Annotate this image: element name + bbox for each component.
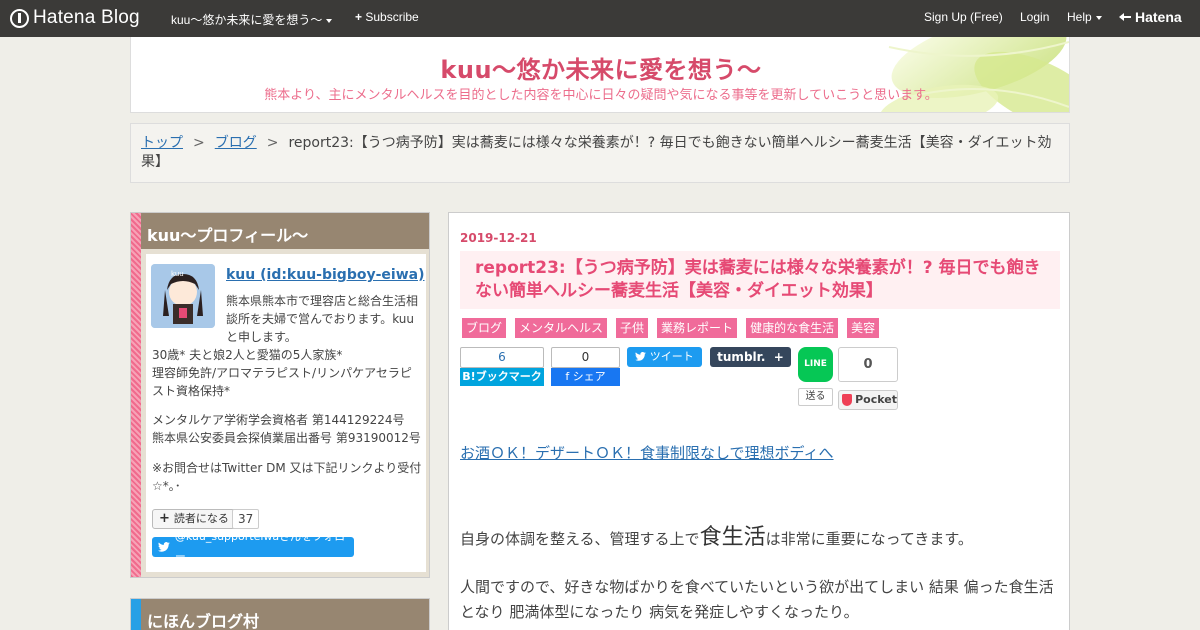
plus-icon: + xyxy=(159,511,170,526)
article: 2019-12-21 report23:【うつ病予防】実は蕎麦には様々な栄養素が… xyxy=(448,212,1070,630)
blog-description: 熊本より、主にメンタルヘルスを目的とした内容を中心に日々の疑問や気になる事等を更… xyxy=(264,88,938,103)
breadcrumb: トップ > ブログ > report23:【うつ病予防】実は蕎麦には様々な栄養素が！? … xyxy=(130,123,1070,183)
breadcrumb-separator: > xyxy=(266,135,279,151)
category-list: ブログ メンタルヘルス 子供 業務レポート 健康的な食生活 美容 xyxy=(462,318,888,338)
hatena-icon xyxy=(1119,13,1131,21)
category-tag[interactable]: メンタルヘルス xyxy=(515,318,608,338)
line-send-label[interactable]: 送る xyxy=(798,388,833,406)
facebook-share-button[interactable]: 0 f シェア xyxy=(551,347,620,386)
share-buttons: 6 B!ブックマーク 0 f シェア ツイート tumblr. + LINE 送… xyxy=(460,347,1060,410)
reader-label: 読者になる xyxy=(173,512,229,525)
category-tag[interactable]: 美容 xyxy=(847,318,880,338)
pocket-label: Pocket xyxy=(855,393,897,406)
village-heading: にほんブログ村 xyxy=(141,599,429,630)
caret-down-icon xyxy=(326,18,333,23)
profile-contact-note: ※お問合せはTwitter DM 又は下記リンクより受付☆*｡･ xyxy=(152,461,422,493)
module-stripe xyxy=(131,213,141,577)
signup-link[interactable]: Sign Up (Free) xyxy=(924,10,1003,24)
facebook-share-count: 0 xyxy=(551,347,620,368)
help-menu[interactable]: Help xyxy=(1067,10,1102,24)
article-title[interactable]: report23:【うつ病予防】実は蕎麦には様々な栄養素が！? 毎日でも飽きない… xyxy=(460,251,1060,309)
profile-intro: 熊本県熊本市で理容店と総合生活相談所を夫婦で営んでおります。kuuと申します。 xyxy=(226,294,419,344)
blog-header: kuu～悠か未来に愛を想う～ 熊本より、主にメンタルヘルスを目的とした内容を中心… xyxy=(130,37,1070,113)
facebook-share-label: f シェア xyxy=(551,368,620,386)
blog-title[interactable]: kuu～悠か未来に愛を想う～ xyxy=(131,50,1069,85)
profile-name-link[interactable]: kuu (id:kuu-bigboy-eiwa) xyxy=(226,266,424,284)
logo-text: Hatena Blog xyxy=(33,7,140,28)
avatar[interactable]: kuu xyxy=(151,264,215,328)
plus-icon: + xyxy=(769,350,784,364)
blog-menu-label: kuu～悠か未来に愛を想う～ xyxy=(171,13,323,27)
article-paragraph: 人間ですので、好きな物ばかりを食べていたいという欲が出てしまい 結果 偏った食生… xyxy=(460,578,1054,621)
hatena-bookmark-label: B!ブックマーク xyxy=(460,368,544,386)
hatena-blog-icon xyxy=(10,8,29,28)
profile-heading: kuu～プロフィール～ xyxy=(141,213,429,249)
reader-count: 37 xyxy=(232,509,260,529)
module-stripe xyxy=(131,599,141,630)
hatena-blog-logo[interactable]: Hatena Blog xyxy=(10,7,140,29)
hatena-link[interactable]: Hatena xyxy=(1118,9,1182,25)
pocket-icon xyxy=(842,394,853,406)
breadcrumb-blog[interactable]: ブログ xyxy=(215,135,257,151)
article-date[interactable]: 2019-12-21 xyxy=(460,231,537,245)
subscribe-reader-button[interactable]: + 読者になる xyxy=(152,509,236,529)
help-label: Help xyxy=(1067,10,1092,24)
global-header: Hatena Blog kuu～悠か未来に愛を想う～ + Subscribe S… xyxy=(0,0,1200,37)
paragraph-text: 自身の体調を整える、管理する上で xyxy=(460,530,700,548)
category-tag[interactable]: 業務レポート xyxy=(657,318,738,338)
avatar-image: kuu xyxy=(151,264,215,328)
article-paragraph: 自身の体調を整える、管理する上で食生活は非常に重要になってきます。 xyxy=(460,525,1060,552)
hatena-label: Hatena xyxy=(1135,9,1182,25)
blog-village-module: にほんブログ村 xyxy=(130,598,430,630)
profile-credentials: メンタルケア学術学会資格者 第144129224号 熊本県公安委員会探偵業届出番… xyxy=(152,413,421,445)
login-link[interactable]: Login xyxy=(1020,10,1049,24)
subscribe-label: Subscribe xyxy=(365,10,419,24)
category-tag[interactable]: 子供 xyxy=(616,318,649,338)
svg-text:kuu: kuu xyxy=(171,270,184,278)
subscribe-button[interactable]: + Subscribe xyxy=(355,10,419,24)
breadcrumb-top[interactable]: トップ xyxy=(141,135,183,151)
pocket-count: 0 xyxy=(838,347,898,382)
profile-body: kuu kuu (id:kuu-bigboy-eiwa) 熊本県熊本市で理容店と… xyxy=(146,254,426,572)
tumblr-share-button[interactable]: tumblr. + xyxy=(710,347,791,367)
paragraph-text: は非常に重要になってきます。 xyxy=(765,530,973,548)
profile-details: 30歳* 夫と娘2人と愛猫の5人家族* 理容師免許/アロマテラピスト/リンパケア… xyxy=(152,348,412,398)
hatena-bookmark-button[interactable]: 6 B!ブックマーク xyxy=(460,347,544,386)
blog-menu[interactable]: kuu～悠か未来に愛を想う～ xyxy=(171,11,333,28)
line-share-button[interactable]: LINE xyxy=(798,347,833,382)
pocket-button[interactable]: Pocket xyxy=(838,390,898,410)
tweet-button[interactable]: ツイート xyxy=(627,347,702,367)
profile-module: kuu～プロフィール～ kuu kuu (id:kuu-bigboy-eiwa)… xyxy=(130,212,430,578)
category-tag[interactable]: 健康的な食生活 xyxy=(746,318,839,338)
twitter-bird-icon xyxy=(635,351,647,361)
emphasis-text: 食生活 xyxy=(699,525,766,550)
hatena-bookmark-count: 6 xyxy=(460,347,544,368)
breadcrumb-separator: > xyxy=(193,135,205,151)
category-tag[interactable]: ブログ xyxy=(462,318,507,338)
twitter-bird-icon xyxy=(158,542,170,552)
twitter-follow-label: @kuu_supporteiwaさんをフォロー xyxy=(174,530,346,563)
tumblr-label: tumblr. xyxy=(717,350,766,364)
ad-link[interactable]: お酒ＯＫ！デザートＯＫ！食事制限なしで理想ボディへ xyxy=(460,442,834,463)
caret-down-icon xyxy=(1095,15,1102,20)
plus-icon: + xyxy=(355,10,363,24)
twitter-follow-button[interactable]: @kuu_supporteiwaさんをフォロー xyxy=(152,530,354,563)
tweet-label: ツイート xyxy=(649,350,694,363)
